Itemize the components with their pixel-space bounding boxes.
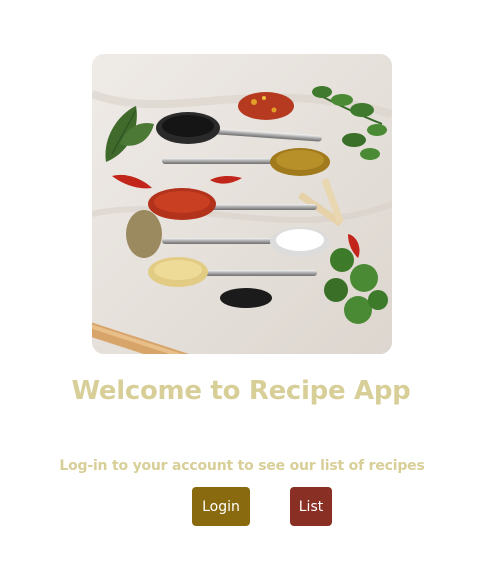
chili-flakes [238,92,294,120]
list-button[interactable]: List [290,487,332,526]
login-button[interactable]: Login [192,487,250,526]
welcome-subtitle: Log-in to your account to see our list o… [59,458,425,474]
welcome-title: Welcome to Recipe App [71,376,411,406]
black-sesame [220,288,272,308]
cumin-seeds [126,210,162,258]
spices-illustration [92,54,392,354]
spices-hero-image [92,54,392,354]
